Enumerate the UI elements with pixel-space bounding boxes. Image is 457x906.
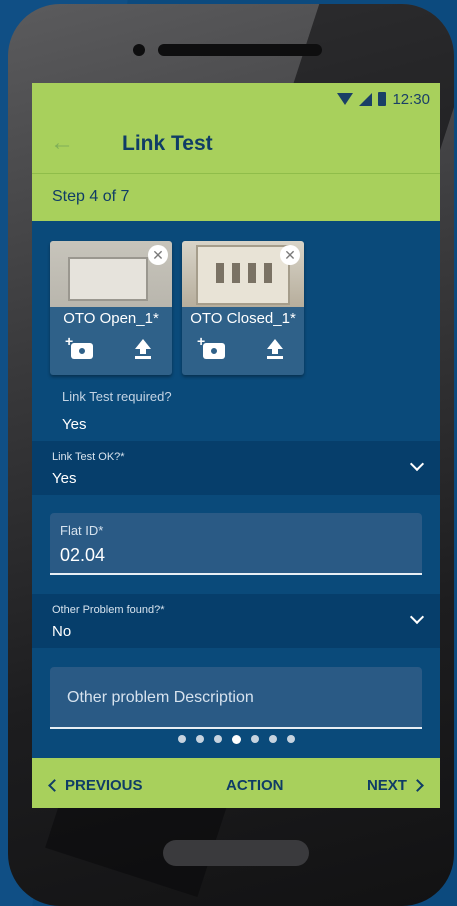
flat-id-field[interactable]: Flat ID* 02.04 — [50, 513, 422, 575]
photo-label: OTO Closed_1* — [190, 310, 296, 327]
photo-list: ✕ OTO Open_1* + ✕ OTO Closed_1* + — [50, 241, 304, 375]
photo-actions: + — [50, 333, 172, 363]
other-problem-description-field[interactable]: Other problem Description — [50, 667, 422, 729]
photo-label: OTO Open_1* — [63, 310, 159, 327]
chevron-down-icon — [409, 609, 425, 625]
page-dot — [213, 735, 222, 743]
chevron-down-icon — [409, 456, 425, 472]
plus-glyph: + — [197, 333, 206, 349]
upload-base — [135, 356, 151, 359]
signal-icon — [359, 92, 373, 106]
other-problem-select[interactable]: Other Problem found?* No — [32, 594, 440, 648]
action-label: ACTION — [226, 776, 284, 794]
photo-card-oto-closed[interactable]: ✕ OTO Closed_1* + — [182, 241, 304, 375]
page-dot — [250, 735, 259, 743]
status-time: 12:30 — [392, 90, 430, 108]
step-indicator: Step 4 of 7 — [52, 188, 130, 205]
page-dot — [268, 735, 277, 743]
camera-lens — [77, 346, 87, 356]
upload-base — [267, 356, 283, 359]
field-label: Flat ID* — [60, 523, 104, 538]
home-button[interactable] — [163, 840, 309, 866]
thumbnail-slot — [232, 263, 240, 283]
photo-actions: + — [182, 333, 304, 363]
select-label: Link Test OK?* — [52, 451, 125, 463]
previous-button[interactable]: PREVIOUS — [46, 777, 143, 794]
camera-lens — [209, 346, 219, 356]
bottom-navigation: PREVIOUS ACTION NEXT — [32, 758, 440, 808]
upload-stem — [140, 348, 146, 354]
plus-glyph: + — [65, 333, 74, 349]
form-content: ✕ OTO Open_1* + ✕ OTO Closed_1* + Link T… — [32, 223, 440, 754]
status-bar: 12:30 — [32, 83, 440, 115]
field-placeholder[interactable]: Other problem Description — [67, 689, 254, 707]
upload-icon[interactable] — [265, 337, 285, 361]
page-dot — [195, 735, 204, 743]
next-label: NEXT — [366, 776, 407, 794]
page-indicator — [32, 735, 440, 744]
battery-icon — [378, 92, 387, 106]
link-test-ok-select[interactable]: Link Test OK?* Yes — [32, 441, 440, 495]
add-photo-icon[interactable]: + — [65, 333, 95, 363]
select-value: Yes — [52, 470, 77, 487]
close-icon[interactable]: ✕ — [148, 245, 168, 265]
wifi-icon — [337, 93, 354, 105]
page-dot — [177, 735, 186, 743]
thumbnail-box — [196, 245, 290, 305]
thumbnail-slot — [248, 263, 256, 283]
field-value[interactable]: 02.04 — [60, 545, 105, 566]
close-icon[interactable]: ✕ — [280, 245, 300, 265]
arrow-left-icon[interactable]: ← — [50, 129, 74, 157]
chevron-right-icon — [411, 778, 424, 792]
add-photo-icon[interactable]: + — [197, 333, 227, 363]
app-screen: 12:30 ← Link Test Step 4 of 7 ✕ OTO Open… — [32, 83, 440, 808]
upload-stem — [272, 348, 278, 354]
page-dot — [231, 735, 241, 744]
thumbnail-plate — [68, 257, 148, 301]
front-camera — [133, 44, 145, 56]
thumbnail-slot — [264, 263, 272, 283]
page-dot — [286, 735, 295, 743]
next-button[interactable]: NEXT — [367, 777, 426, 794]
select-label: Other Problem found?* — [52, 604, 165, 616]
phone-frame: 12:30 ← Link Test Step 4 of 7 ✕ OTO Open… — [8, 4, 454, 906]
previous-label: PREVIOUS — [65, 776, 143, 794]
speaker-grille — [158, 44, 322, 56]
page-title: Link Test — [122, 132, 213, 155]
photo-card-oto-open[interactable]: ✕ OTO Open_1* + — [50, 241, 172, 375]
link-test-required-value: Yes — [62, 416, 87, 433]
app-header: 12:30 ← Link Test Step 4 of 7 — [32, 83, 440, 221]
toolbar: ← Link Test — [32, 115, 440, 173]
action-button[interactable]: ACTION — [226, 777, 284, 794]
chevron-left-icon — [48, 778, 61, 792]
select-value: No — [52, 623, 72, 640]
thumbnail-slot — [216, 263, 224, 283]
link-test-required-label: Link Test required? — [62, 389, 172, 404]
upload-icon[interactable] — [133, 337, 153, 361]
